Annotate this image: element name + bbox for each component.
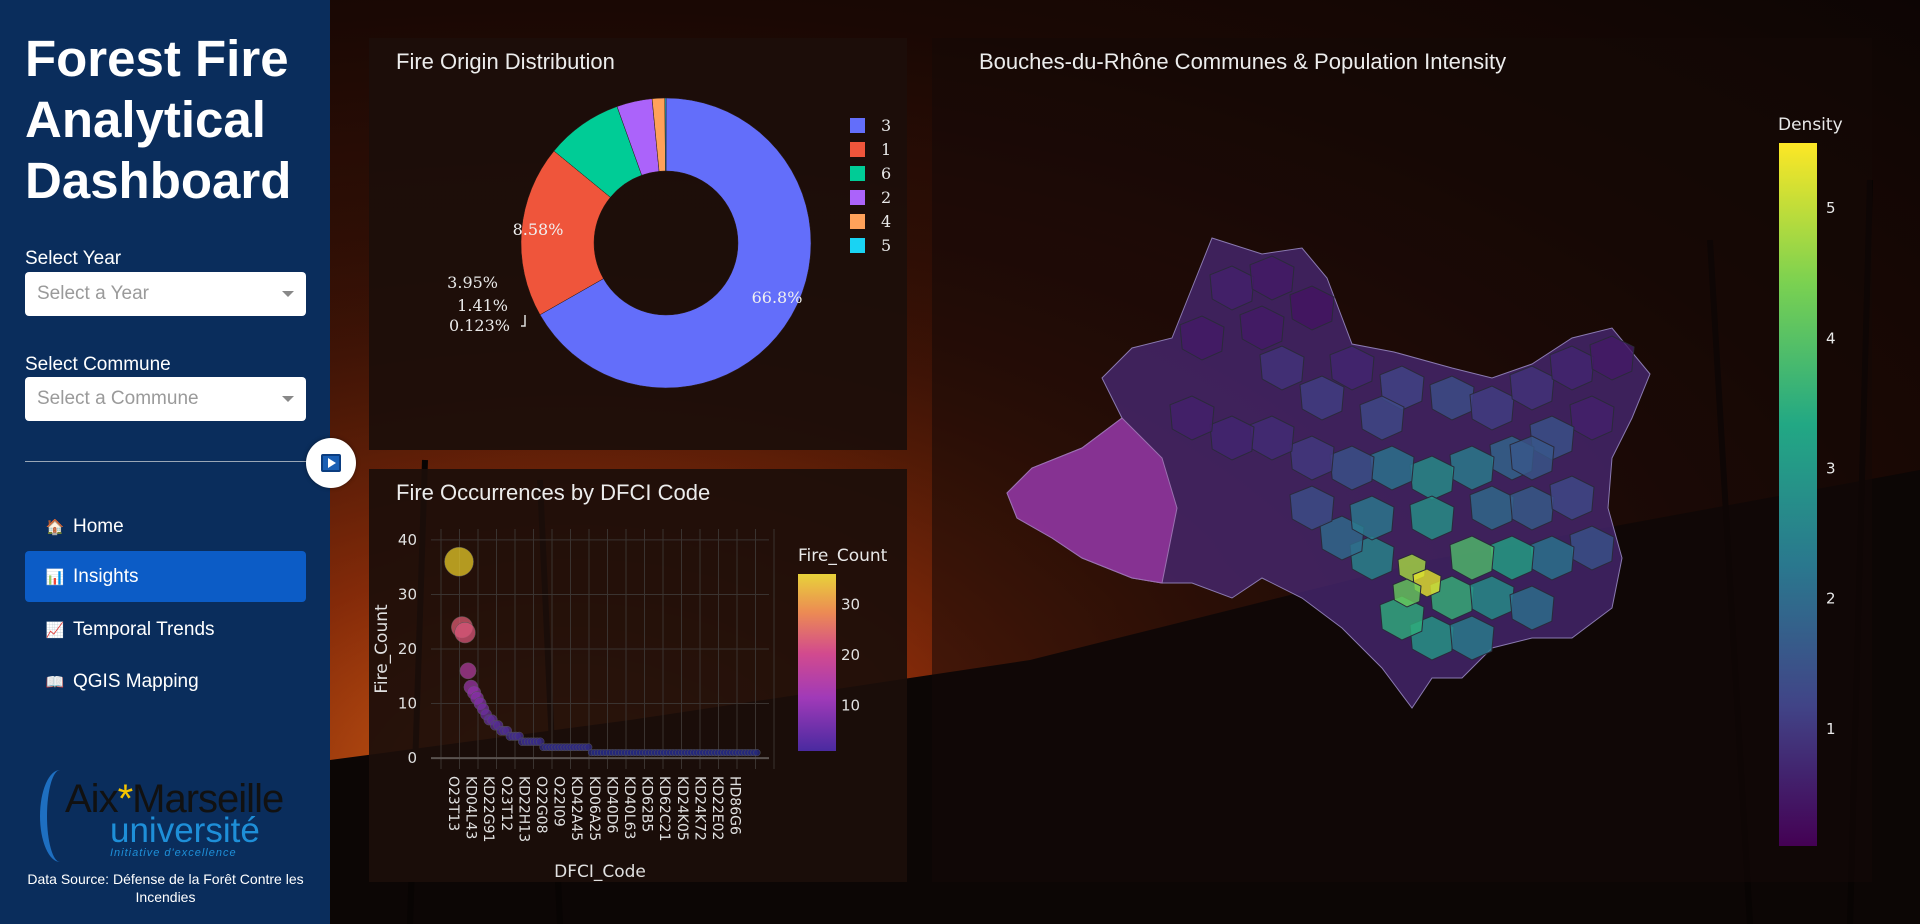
fire-origin-donut-chart[interactable]: 66.8%319.2%18.58%63.95%21.41%40.123%5 [369, 38, 907, 450]
nav-item-insights[interactable]: 📊 Insights [25, 551, 306, 602]
play-icon [321, 454, 341, 472]
x-tick-label: KD22H13 [515, 776, 531, 842]
pie-leader-line [521, 315, 526, 327]
data-source-note: Data Source: Défense de la Forêt Contre … [27, 871, 304, 905]
sidebar-collapse-button[interactable] [306, 438, 356, 488]
legend-swatch [850, 190, 865, 205]
legend-swatch [850, 214, 865, 229]
legend-swatch [850, 166, 865, 181]
bar-chart-icon: 📊 [45, 568, 65, 586]
nav-label: Temporal Trends [73, 618, 215, 640]
y-tick-label: 0 [407, 749, 417, 767]
x-tick-label: KD62C21 [656, 776, 672, 841]
y-tick-label: 30 [398, 585, 417, 603]
dfci-scatter-panel: Fire Occurrences by DFCI Code 0 10 20 30 40 O… [369, 469, 907, 882]
sidebar: Forest Fire Analytical Dashboard Select … [0, 0, 330, 924]
app-title: Forest Fire Analytical Dashboard [25, 28, 291, 211]
logo-tagline: Initiative d'excellence [110, 847, 237, 859]
x-tick-label: KD24K05 [674, 776, 690, 841]
x-tick-label: KD42A45 [568, 776, 584, 841]
sidebar-divider [25, 461, 315, 462]
x-tick-label: KD04L43 [463, 776, 479, 839]
legend-swatch [850, 142, 865, 157]
commune-choropleth-map[interactable]: Density 1 2 3 4 5 [932, 38, 1872, 882]
legend-label: 6 [881, 164, 891, 183]
commune-placeholder: Select a Commune [37, 388, 199, 409]
legend-label: 4 [881, 212, 891, 231]
colorbar-tick-label: 20 [841, 646, 860, 664]
nav-item-qgis-mapping[interactable]: 📖 QGIS Mapping [25, 656, 306, 707]
legend-swatch [850, 238, 865, 253]
chevron-down-icon [282, 291, 294, 297]
app-title-line: Dashboard [25, 152, 292, 209]
colorbar-tick-label: 30 [841, 595, 860, 613]
pie-slice-label: 0.123% [449, 316, 510, 335]
colorbar-title: Fire_Count [798, 546, 888, 566]
legend-swatch [850, 118, 865, 133]
y-tick-label: 10 [398, 695, 417, 713]
y-tick-label: 40 [398, 531, 417, 549]
year-placeholder: Select a Year [37, 283, 149, 304]
scatter-point [444, 546, 474, 577]
x-axis-title: DFCI_Code [554, 862, 646, 882]
year-dropdown[interactable]: Select a Year [25, 272, 306, 316]
density-colorbar-tick: 5 [1826, 199, 1836, 217]
density-colorbar-tick: 3 [1826, 459, 1836, 477]
x-tick-label: O22G08 [533, 776, 549, 834]
year-label: Select Year [25, 248, 122, 269]
commune-dropdown[interactable]: Select a Commune [25, 377, 306, 421]
legend-label: 1 [881, 140, 891, 159]
x-tick-label: O22I09 [551, 776, 567, 827]
scatter-point [753, 749, 761, 757]
nav-item-temporal-trends[interactable]: 📈 Temporal Trends [25, 604, 306, 655]
x-tick-label: HD86G6 [727, 776, 743, 835]
x-tick-label: O23T13 [445, 776, 461, 831]
pie-slice-label: 66.8% [752, 288, 803, 307]
dfci-scatter-chart[interactable]: 0 10 20 30 40 O23T13 KD04L43 KD22G91 O23T12 KD22H… [369, 469, 907, 882]
pie-slice-label: 1.41% [457, 296, 508, 315]
y-tick-label: 20 [398, 640, 417, 658]
nav-item-home[interactable]: 🏠 Home [25, 501, 306, 552]
app-title-line: Analytical [25, 91, 266, 148]
fire-origin-panel: Fire Origin Distribution 66.8%319.2%18.5… [369, 38, 907, 450]
map-book-icon: 📖 [45, 673, 65, 691]
x-tick-label: KD24K72 [691, 776, 707, 841]
logo-text-universite: université [110, 811, 260, 850]
chevron-down-icon [282, 396, 294, 402]
y-axis-title: Fire_Count [372, 604, 392, 694]
pie-slice-label: 3.95% [447, 273, 498, 292]
nav-label: Home [73, 515, 124, 537]
trend-chart-icon: 📈 [45, 621, 65, 639]
colorbar-tick-label: 10 [841, 696, 860, 714]
legend-label: 3 [881, 116, 891, 135]
x-tick-label: KD22E02 [709, 776, 725, 840]
legend-label: 2 [881, 188, 891, 207]
scatter-point [454, 622, 476, 644]
x-tick-label: KD62B5 [639, 776, 655, 832]
commune-map-panel: Bouches-du-Rhône Communes & Population I… [932, 38, 1872, 882]
legend-label: 5 [881, 236, 891, 255]
density-colorbar [1779, 143, 1817, 846]
commune-label: Select Commune [25, 354, 171, 375]
density-colorbar-tick: 1 [1826, 720, 1836, 738]
density-colorbar-tick: 4 [1826, 329, 1836, 347]
x-tick-label: KD40L63 [621, 776, 637, 839]
app-title-line: Forest Fire [25, 30, 289, 87]
x-tick-label: O23T12 [498, 776, 514, 831]
university-logo: Aix*Marseille université Initiative d'ex… [35, 765, 305, 862]
x-tick-label: KD40D6 [603, 776, 619, 834]
density-colorbar-title: Density [1778, 115, 1843, 135]
x-tick-label: KD06A25 [586, 776, 602, 841]
nav-label: Insights [73, 565, 139, 587]
pie-slice-label: 8.58% [513, 220, 564, 239]
nav-label: QGIS Mapping [73, 670, 199, 692]
home-icon: 🏠 [45, 518, 65, 536]
colorbar [798, 574, 836, 751]
scatter-point [459, 662, 477, 680]
density-colorbar-tick: 2 [1826, 590, 1836, 608]
x-tick-label: KD22G91 [480, 776, 496, 842]
